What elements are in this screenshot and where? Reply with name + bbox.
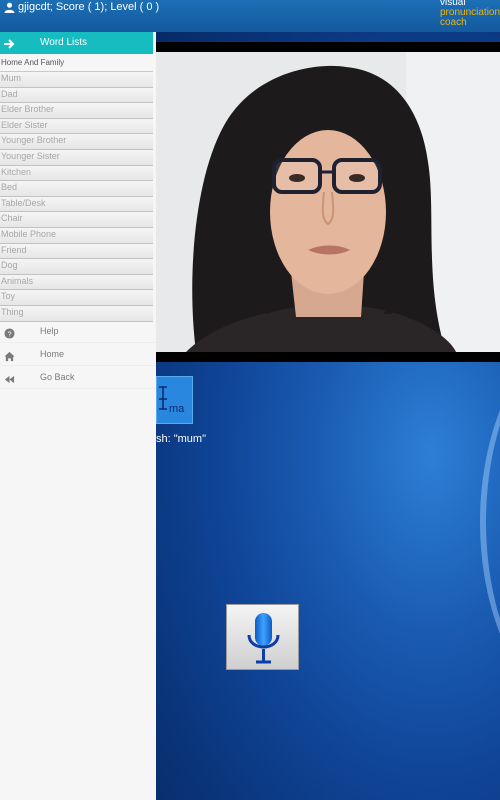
main-stage (156, 32, 500, 800)
word-lists-label: Word Lists (40, 37, 88, 48)
camera-video (156, 52, 500, 352)
word-list: Mum Dad Elder Brother Elder Sister Younger B… (0, 72, 153, 322)
side-menu: Word Lists Home And Family Mum Dad Elder B… (0, 32, 156, 800)
word-list-item[interactable]: Dad (0, 87, 153, 104)
word-list-item[interactable]: Elder Sister (0, 118, 153, 135)
rewind-icon (4, 372, 15, 384)
microphone-icon (247, 613, 280, 664)
user-status-text: gjigcdt; Score ( 1); Level ( 0 ) (18, 1, 160, 13)
menu-item-label: Go Back (40, 372, 75, 382)
word-list-item[interactable]: Elder Brother (0, 103, 153, 119)
word-list-item[interactable]: Mum (0, 72, 153, 88)
word-list-item[interactable]: Animals (0, 274, 153, 291)
user-status: gjigcdt; Score ( 1); Level ( 0 ) (4, 1, 159, 13)
brand-logo: visual pronunciation coach (440, 0, 500, 28)
word-lists-header[interactable]: Word Lists (0, 32, 153, 54)
word-list-item[interactable]: Dog (0, 259, 153, 275)
menu-item-home[interactable]: Home (0, 343, 156, 366)
word-tile-text: ma (169, 403, 185, 415)
word-list-item[interactable]: Younger Brother (0, 134, 153, 150)
brand-line-3: coach (440, 17, 467, 28)
video-frame (156, 42, 500, 362)
background-arc (480, 312, 500, 732)
question-circle-icon: ? (4, 326, 15, 339)
bracket-glyph-icon (159, 386, 167, 410)
word-list-item[interactable]: Chair (0, 212, 153, 228)
arrow-right-icon (4, 39, 15, 49)
microphone-button[interactable] (226, 604, 299, 670)
word-list-item[interactable]: Younger Sister (0, 149, 153, 166)
user-icon (4, 2, 15, 13)
word-list-item[interactable]: Friend (0, 243, 153, 260)
menu-item-label: Help (40, 326, 59, 336)
word-list-item[interactable]: Bed (0, 181, 153, 197)
word-list-item[interactable]: Kitchen (0, 165, 153, 182)
word-list-item[interactable]: Toy (0, 290, 153, 306)
menu-item-label: Home (40, 349, 65, 359)
menu-item-go-back[interactable]: Go Back (0, 366, 156, 389)
word-tile[interactable]: ma (156, 376, 193, 424)
nav-menu: ? Help Home Go Back (0, 320, 156, 389)
svg-text:?: ? (7, 329, 11, 338)
face-photo (156, 52, 500, 352)
top-bar: gjigcdt; Score ( 1); Level ( 0 ) visual … (0, 0, 500, 32)
category-title: Home And Family (0, 54, 153, 72)
prompt-text: sh: "mum" (156, 433, 206, 445)
word-list-item[interactable]: Table/Desk (0, 196, 153, 213)
word-list-item[interactable]: Mobile Phone (0, 227, 153, 244)
home-icon (4, 349, 15, 362)
menu-item-help[interactable]: ? Help (0, 320, 156, 343)
